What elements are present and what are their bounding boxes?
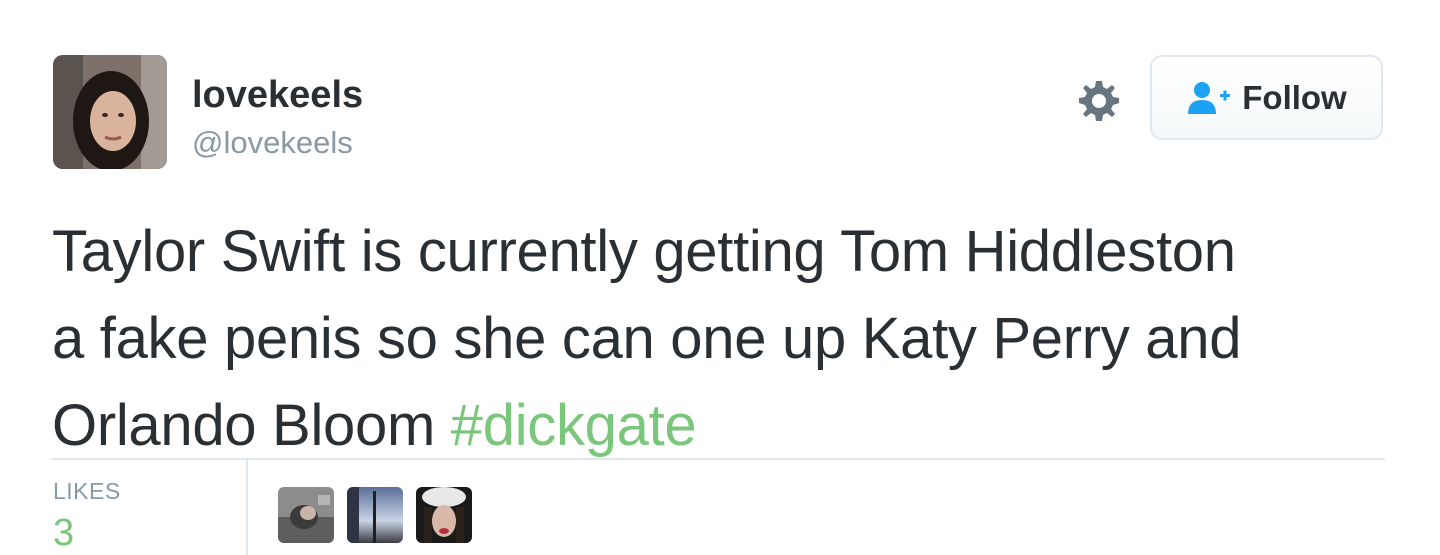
stats-vertical-divider	[246, 460, 248, 555]
follow-label: Follow	[1242, 78, 1347, 116]
gear-icon[interactable]	[1074, 77, 1122, 125]
hashtag-link[interactable]: #dickgate	[451, 393, 697, 458]
stats-divider	[52, 458, 1385, 460]
likes-count[interactable]: 3	[53, 511, 74, 555]
liker-avatar-1[interactable]	[278, 487, 334, 543]
user-handle[interactable]: @lovekeels	[192, 123, 353, 163]
liker-avatar-2[interactable]	[347, 487, 403, 543]
follow-button[interactable]: Follow	[1150, 55, 1383, 140]
user-avatar[interactable]	[53, 55, 167, 169]
tweet-text: Taylor Swift is currently getting Tom Hi…	[52, 208, 1392, 469]
add-user-icon	[1186, 81, 1232, 115]
tweet-text-line: Taylor Swift is currently getting Tom Hi…	[52, 219, 1236, 284]
tweet-card: lovekeels @lovekeels Follow Taylor Swift…	[0, 0, 1440, 555]
tweet-text-line-content: Orlando Bloom	[52, 393, 451, 458]
tweet-text-line: Orlando Bloom #dickgate	[52, 382, 1392, 469]
display-name[interactable]: lovekeels	[192, 72, 363, 118]
likes-label: LIKES	[53, 478, 121, 504]
avatar-image-icon	[53, 55, 167, 169]
liker-avatar-3[interactable]	[416, 487, 472, 543]
tweet-text-line: a fake penis so she can one up Katy Perr…	[52, 306, 1242, 371]
